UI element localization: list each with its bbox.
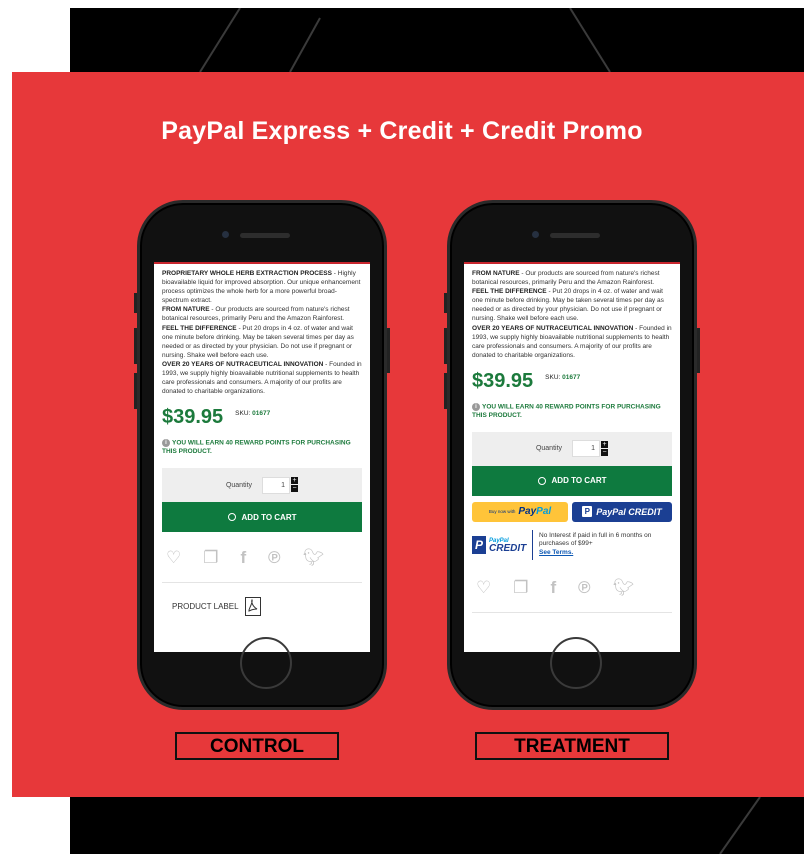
quantity-input[interactable]: 1 (572, 440, 601, 458)
price-row: $39.95 SKU: 01677 (464, 360, 680, 393)
earpiece-speaker (550, 233, 600, 238)
section-title: OVER 20 YEARS OF NUTRACEUTICAL INNOVATIO… (472, 324, 634, 332)
quantity-input[interactable]: 1 (262, 476, 291, 494)
sku-label: SKU: (545, 373, 561, 381)
paypal-buy-now-button[interactable]: Buy now with PayPal (472, 501, 569, 522)
share-row: ♡ ❐ f ℗ 🐦︎ (464, 560, 680, 598)
front-camera (222, 231, 229, 238)
heart-icon[interactable]: ♡ (476, 578, 491, 598)
section-title: FEEL THE DIFFERENCE (162, 324, 237, 332)
pinterest-icon[interactable]: ℗ (268, 548, 281, 568)
section-title: PROPRIETARY WHOLE HERB EXTRACTION PROCES… (162, 270, 332, 277)
globe-icon (227, 513, 236, 522)
earpiece-speaker (240, 233, 290, 238)
treatment-caption: TREATMENT (475, 732, 669, 760)
paypal-buy-now-prefix: Buy now with (488, 509, 516, 515)
add-to-cart-button[interactable]: ADD TO CART (472, 465, 672, 496)
globe-icon (537, 476, 546, 485)
price: $39.95 (472, 369, 534, 392)
sku-value: 01677 (562, 373, 581, 381)
sku: SKU: 01677 (235, 410, 270, 417)
add-to-cart-button[interactable]: ADD TO CART (162, 502, 362, 533)
credit-promo: P PayPal CREDIT No Interest if paid in f… (472, 529, 672, 560)
background-top-band (70, 8, 804, 72)
reward-text: YOU WILL EARN 40 REWARD POINTS FOR PURCH… (472, 403, 661, 419)
divider (472, 611, 672, 613)
copy-icon[interactable]: ❐ (513, 578, 528, 598)
front-camera (532, 231, 539, 238)
paypal-buttons: Buy now with PayPal P PayPal CREDIT (472, 501, 672, 522)
quantity-box: Quantity 1 + − (472, 431, 672, 466)
heart-icon[interactable]: ♡ (166, 548, 181, 568)
reward-text: YOU WILL EARN 40 REWARD POINTS FOR PURCH… (162, 440, 351, 456)
quantity-stepper[interactable]: + − (291, 477, 299, 493)
promo-text: No Interest if paid in full in 6 months … (539, 532, 672, 558)
decrement-icon[interactable]: − (601, 448, 609, 456)
facebook-icon[interactable]: f (241, 548, 247, 568)
increment-icon[interactable]: + (291, 477, 299, 485)
promo-message: No Interest if paid in full in 6 months … (539, 531, 652, 548)
promo-logo-bottom: CREDIT (489, 542, 527, 554)
product-description: FROM NATURE - Our products are sourced f… (464, 264, 680, 360)
paypal-logo-pal: Pal (536, 506, 552, 518)
pdf-icon[interactable] (244, 597, 261, 617)
quantity-box: Quantity 1 + − (162, 468, 362, 503)
section-title: OVER 20 YEARS OF NUTRACEUTICAL INNOVATIO… (162, 360, 324, 368)
paypal-credit-button[interactable]: P PayPal CREDIT (572, 501, 672, 522)
see-terms-link[interactable]: See Terms. (539, 549, 573, 556)
twitter-icon[interactable]: 🐦︎ (613, 578, 635, 598)
home-button (240, 637, 292, 689)
sku: SKU: 01677 (545, 374, 580, 381)
add-to-cart-label: ADD TO CART (241, 512, 297, 522)
sku-value: 01677 (252, 410, 271, 418)
treatment-phone: FROM NATURE - Our products are sourced f… (444, 200, 700, 710)
product-description: PROPRIETARY WHOLE HERB EXTRACTION PROCES… (154, 264, 370, 396)
share-row: ♡ ❐ f ℗ 🐦︎ (154, 532, 370, 568)
stage: PayPal Express + Credit + Credit Promo P… (0, 0, 804, 854)
price: $39.95 (162, 406, 224, 429)
paypal-p-icon: P (472, 535, 486, 554)
home-button (550, 637, 602, 689)
pinterest-icon[interactable]: ℗ (578, 578, 591, 598)
product-label-link[interactable]: PRODUCT LABEL (154, 583, 370, 617)
background-bottom-band (70, 797, 804, 854)
quantity-stepper[interactable]: + − (601, 440, 609, 457)
quantity-label: Quantity (535, 445, 563, 453)
control-caption: CONTROL (175, 732, 339, 760)
paypal-credit-logo: P PayPal CREDIT (472, 535, 527, 554)
paypal-logo: PayPal (518, 506, 551, 517)
decrement-icon[interactable]: − (291, 485, 299, 493)
sku-label: SKU: (235, 410, 251, 418)
price-row: $39.95 SKU: 01677 (154, 396, 370, 429)
control-phone: PROPRIETARY WHOLE HERB EXTRACTION PROCES… (134, 200, 390, 710)
section-title: FROM NATURE (162, 306, 210, 314)
paypal-credit-label: PayPal CREDIT (596, 506, 662, 517)
headline: PayPal Express + Credit + Credit Promo (161, 117, 643, 145)
treatment-screen: FROM NATURE - Our products are sourced f… (464, 262, 680, 652)
twitter-icon[interactable]: 🐦︎ (303, 548, 325, 568)
copy-icon[interactable]: ❐ (203, 548, 218, 568)
product-label-text: PRODUCT LABEL (172, 602, 239, 612)
section-title: FEEL THE DIFFERENCE (472, 288, 547, 296)
info-icon: i (162, 439, 170, 448)
facebook-icon[interactable]: f (551, 578, 557, 598)
section-title: FROM NATURE (472, 270, 520, 277)
add-to-cart-label: ADD TO CART (551, 476, 607, 486)
promo-divider (532, 529, 534, 560)
paypal-p-icon: P (582, 506, 593, 518)
control-screen: PROPRIETARY WHOLE HERB EXTRACTION PROCES… (154, 262, 370, 652)
info-icon: i (472, 402, 480, 411)
increment-icon[interactable]: + (601, 440, 609, 448)
paypal-logo-pay: Pay (518, 506, 537, 518)
reward-notice: i YOU WILL EARN 40 REWARD POINTS FOR PURC… (154, 429, 370, 456)
quantity-label: Quantity (225, 481, 253, 489)
reward-notice: i YOU WILL EARN 40 REWARD POINTS FOR PURC… (464, 393, 680, 420)
